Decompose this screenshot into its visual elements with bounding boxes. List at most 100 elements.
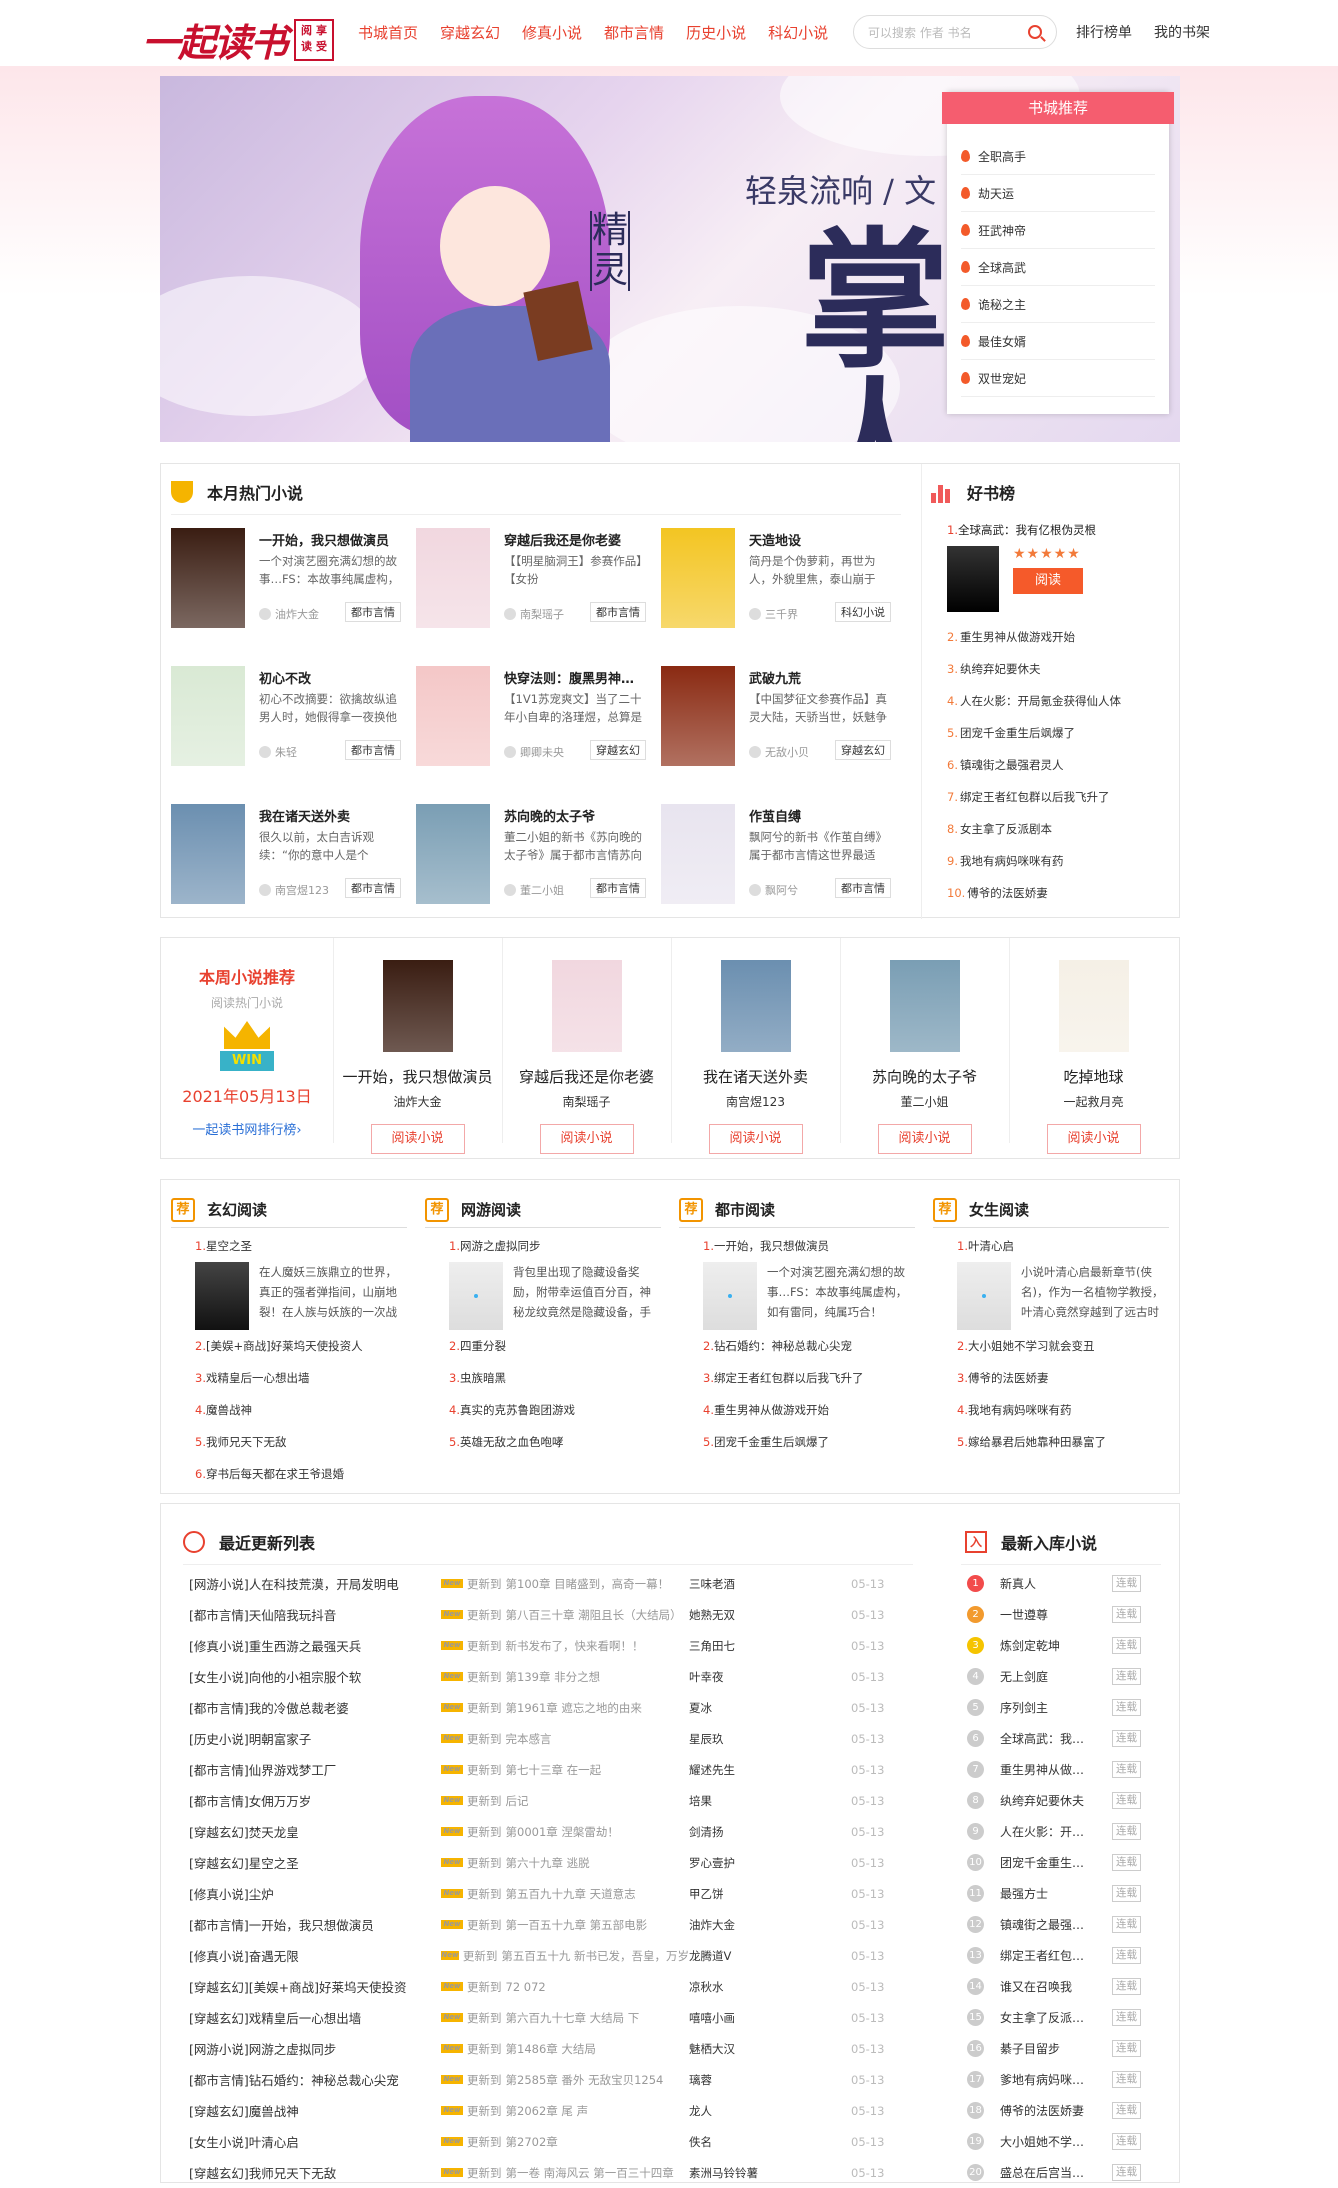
read-button[interactable]: 阅读: [1013, 568, 1083, 594]
recommend-item[interactable]: 全球高武: [961, 249, 1155, 286]
recommend-item-label[interactable]: 双世宠妃: [978, 370, 1026, 387]
update-book-name[interactable]: 天仙陪我玩抖音: [249, 1608, 337, 1623]
category-feature[interactable]: 背包里出现了隐藏设备奖励，附带幸运值百分百，神秘龙纹竟然是隐藏设备，手: [425, 1262, 661, 1330]
update-category[interactable]: [穿越玄幻]: [189, 1980, 249, 1995]
update-title[interactable]: [修真小说]重生西游之最强天兵: [189, 1636, 441, 1655]
book-title[interactable]: 英雄无敌之血色咆哮: [460, 1435, 564, 1449]
nav-home[interactable]: 书城首页: [358, 22, 418, 43]
update-book-name[interactable]: 网游之虚拟同步: [249, 2042, 337, 2057]
update-row[interactable]: [穿越玄幻]戏精皇后一心想出墙 New 更新到 第六百九十七章 大结局 下嘻嘻小画 05…: [189, 2002, 901, 2033]
category-list-item[interactable]: 5.英雄无敌之血色咆哮: [425, 1426, 661, 1458]
recommend-item-label[interactable]: 诡秘之主: [978, 296, 1026, 313]
book-category-tag[interactable]: 科幻小说: [835, 602, 891, 622]
update-category[interactable]: [都市言情]: [189, 2073, 249, 2088]
update-book-name[interactable]: 星空之圣: [249, 1856, 299, 1871]
book-title[interactable]: 吃掉地球: [1010, 1066, 1177, 1087]
update-chapter[interactable]: New 更新到 第1486章 大结局: [441, 2041, 689, 2057]
update-row[interactable]: [都市言情]仙界游戏梦工厂 New 更新到 第七十三章 在一起 耀述先生 05-13: [189, 1754, 901, 1785]
weekly-book[interactable]: 一开始，我只想做演员 油炸大金 阅读小说: [333, 938, 501, 1154]
update-category[interactable]: [女生小说]: [189, 1670, 249, 1685]
update-title[interactable]: [修真小说]奋遇无限: [189, 1946, 441, 1965]
category-title[interactable]: 女生阅读: [969, 1199, 1029, 1220]
new-book-title[interactable]: 镇魂街之最强…: [1000, 1916, 1112, 1933]
book-title[interactable]: 天造地设: [749, 530, 891, 549]
book-title[interactable]: 重生男神从做游戏开始: [714, 1403, 829, 1417]
new-book-title[interactable]: 最强方士: [1000, 1885, 1112, 1902]
book-category-tag[interactable]: 穿越玄幻: [835, 740, 891, 760]
category-header[interactable]: 荐玄幻阅读: [171, 1192, 407, 1228]
category-top-book[interactable]: 1.一开始，我只想做演员: [679, 1238, 915, 1254]
chapter-name[interactable]: 第一百五十九章 第五部电影: [506, 1917, 648, 1933]
weekly-book[interactable]: 吃掉地球 一起救月亮 阅读小说: [1009, 938, 1177, 1154]
update-row[interactable]: [网游小说]人在科技荒漠，开局发明电 New 更新到 第100章 目睹盛到，高奇一幕！…: [189, 1568, 901, 1599]
nav-xianxia[interactable]: 修真小说: [522, 22, 582, 43]
update-title[interactable]: [都市言情]仙界游戏梦工厂: [189, 1760, 441, 1779]
ranking-link[interactable]: 排行榜单: [1076, 22, 1132, 42]
rank-item-title[interactable]: 傅爷的法医娇妻: [967, 885, 1048, 901]
book-title[interactable]: 星空之圣: [206, 1239, 252, 1253]
book-card[interactable]: 一开始，我只想做演员 一个对演艺圈充满幻想的故事…FS：本故事纯属虚构， 油炸大金 都…: [171, 528, 401, 628]
chapter-name[interactable]: 第1486章 大结局: [506, 2041, 596, 2057]
new-book-title[interactable]: 重生男神从做…: [1000, 1761, 1112, 1778]
new-book-row[interactable]: 11 最强方士 连载: [967, 1878, 1141, 1909]
new-book-title[interactable]: 盛总在后宫当…: [1000, 2164, 1112, 2181]
update-row[interactable]: [穿越玄幻]魔兽战神 New 更新到 第2062章 尾 声龙人 05-13: [189, 2095, 901, 2126]
update-book-name[interactable]: 仙界游戏梦工厂: [249, 1763, 337, 1778]
update-title[interactable]: [都市言情]我的冷傲总裁老婆: [189, 1698, 441, 1717]
update-book-name[interactable]: 一开始，我只想做演员: [249, 1918, 374, 1933]
update-chapter[interactable]: New 更新到 第八百三十章 潮阻且长（大结局）: [441, 1607, 689, 1623]
update-author[interactable]: 璃蓉: [689, 2072, 851, 2088]
book-title[interactable]: 一开始，我只想做演员: [259, 530, 401, 549]
update-author[interactable]: 龙人: [689, 2103, 851, 2119]
update-author[interactable]: 素洲马铃铃薯: [689, 2165, 851, 2181]
category-header[interactable]: 荐女生阅读: [933, 1192, 1169, 1228]
update-book-name[interactable]: 钻石婚约：神秘总裁心尖宠: [249, 2073, 399, 2088]
search-input[interactable]: 可以搜索 作者 书名: [868, 24, 972, 41]
update-title[interactable]: [修真小说]尘炉: [189, 1884, 441, 1903]
update-chapter[interactable]: New 更新到 第2062章 尾 声: [441, 2103, 689, 2119]
recommend-item[interactable]: 劫天运: [961, 175, 1155, 212]
book-cover[interactable]: [661, 804, 735, 904]
update-author[interactable]: 甲乙饼: [689, 1886, 851, 1902]
book-title[interactable]: 穿书后每天都在求王爷退婚: [206, 1467, 344, 1481]
chapter-name[interactable]: 第五百九十九章 天道意志: [506, 1886, 636, 1902]
book-cover[interactable]: [703, 1262, 757, 1330]
update-row[interactable]: [女生小说]向他的小祖宗服个软 New 更新到 第139章 非分之想 叶幸夜 05-13: [189, 1661, 901, 1692]
book-card[interactable]: 天造地设 简丹是个伪萝莉，再世为人，外貌里焦，泰山崩于 三千界 科幻小说: [661, 528, 891, 628]
book-title[interactable]: 穿越后我还是你老婆: [504, 530, 646, 549]
update-chapter[interactable]: New 更新到 第139章 非分之想: [441, 1669, 689, 1685]
new-book-row[interactable]: 3 炼剑定乾坤 连载: [967, 1630, 1141, 1661]
update-row[interactable]: [修真小说]奋遇无限 New 更新到 第五百五十九 新书已发，吾皇，万岁 龙腾道V 05-…: [189, 1940, 901, 1971]
update-row[interactable]: [穿越玄幻][美娱+商战]好莱坞天使投资 New 更新到 72 072 凉秋水 05-13: [189, 1971, 901, 2002]
category-list-item[interactable]: 3.戏精皇后一心想出墙: [171, 1362, 407, 1394]
book-cover[interactable]: [195, 1262, 249, 1330]
category-header[interactable]: 荐网游阅读: [425, 1192, 661, 1228]
book-title[interactable]: 嫁给暴君后她靠种田暴富了: [968, 1435, 1106, 1449]
new-book-row[interactable]: 9 人在火影：开… 连载: [967, 1816, 1141, 1847]
update-author[interactable]: 罗心壹护: [689, 1855, 851, 1871]
update-title[interactable]: [都市言情]一开始，我只想做演员: [189, 1915, 441, 1934]
book-cover[interactable]: [416, 804, 490, 904]
book-title[interactable]: 四重分裂: [460, 1339, 506, 1353]
chapter-name[interactable]: 完本感言: [506, 1731, 552, 1747]
update-row[interactable]: [女生小说]叶清心启 New 更新到 第2702章 佚名 05-13: [189, 2126, 901, 2157]
good-books-top[interactable]: 1.全球高武：我有亿根伪灵根 ★★★★★ 阅读: [947, 522, 1167, 612]
update-author[interactable]: 剑清扬: [689, 1824, 851, 1840]
weekly-book[interactable]: 苏向晚的太子爷 董二小姐 阅读小说: [840, 938, 1008, 1154]
new-book-title[interactable]: 爹地有病妈咪…: [1000, 2071, 1112, 2088]
category-title[interactable]: 都市阅读: [715, 1199, 775, 1220]
book-category-tag[interactable]: 都市言情: [345, 878, 401, 898]
update-chapter[interactable]: New 更新到 第七十三章 在一起: [441, 1762, 689, 1778]
read-novel-button[interactable]: 阅读小说: [370, 1124, 465, 1154]
recommend-item[interactable]: 最佳女婿: [961, 323, 1155, 360]
book-title[interactable]: 一开始，我只想做演员: [714, 1239, 829, 1253]
update-book-name[interactable]: 焚天龙皇: [249, 1825, 299, 1840]
update-row[interactable]: [修真小说]尘炉 New 更新到 第五百九十九章 天道意志 甲乙饼 05-13: [189, 1878, 901, 1909]
recommend-item[interactable]: 双世宠妃: [961, 360, 1155, 397]
update-row[interactable]: [网游小说]网游之虚拟同步 New 更新到 第1486章 大结局 魅栖大汉 05-13: [189, 2033, 901, 2064]
rank-item[interactable]: 2. 重生男神从做游戏开始: [947, 621, 1177, 653]
rank-item-title[interactable]: 女主拿了反派剧本: [960, 821, 1052, 837]
search-box[interactable]: 可以搜索 作者 书名: [853, 15, 1057, 49]
recommend-item-label[interactable]: 最佳女婿: [978, 333, 1026, 350]
read-novel-button[interactable]: 阅读小说: [539, 1124, 634, 1154]
